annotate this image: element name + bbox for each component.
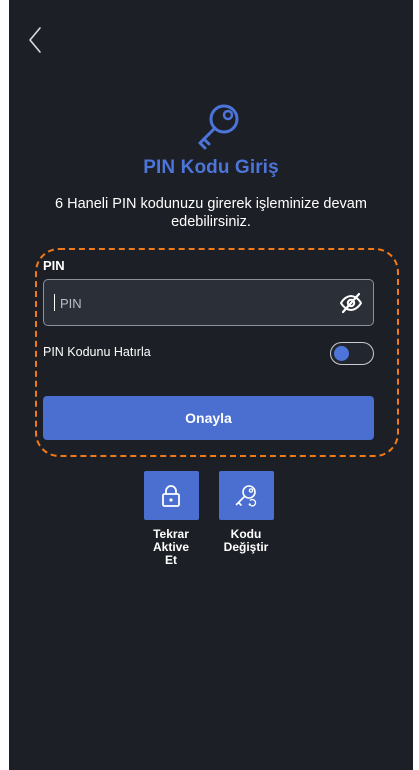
- confirm-button[interactable]: Onayla: [43, 396, 374, 440]
- status-bar: [279, 0, 379, 4]
- remember-pin-row: PIN Kodunu Hatırla: [43, 339, 374, 367]
- eye-off-icon[interactable]: [339, 291, 363, 315]
- key-refresh-icon: [235, 484, 257, 507]
- page-subtitle: 6 Haneli PIN kodunuzu girerek işleminize…: [55, 196, 367, 230]
- pin-label: PIN: [43, 258, 65, 273]
- page-title: PIN Kodu Giriş: [143, 157, 279, 178]
- change-code-button[interactable]: Kodu Değiştir: [211, 471, 281, 554]
- change-code-tile[interactable]: [218, 471, 274, 520]
- reactivate-tile[interactable]: [143, 471, 199, 520]
- remember-pin-toggle[interactable]: [330, 342, 374, 365]
- back-button[interactable]: [21, 22, 49, 58]
- change-code-label: Kodu Değiştir: [223, 527, 269, 554]
- reactivate-button[interactable]: Tekrar Aktive Et: [136, 471, 206, 567]
- lock-icon: [162, 484, 180, 507]
- key-icon: [198, 104, 239, 150]
- reactivate-label: Tekrar Aktive Et: [152, 527, 190, 567]
- toggle-knob: [334, 346, 349, 361]
- pin-field[interactable]: [43, 279, 374, 327]
- pin-input[interactable]: [54, 280, 322, 327]
- remember-pin-label: PIN Kodunu Hatırla: [43, 345, 151, 359]
- chevron-left-icon: [29, 27, 41, 53]
